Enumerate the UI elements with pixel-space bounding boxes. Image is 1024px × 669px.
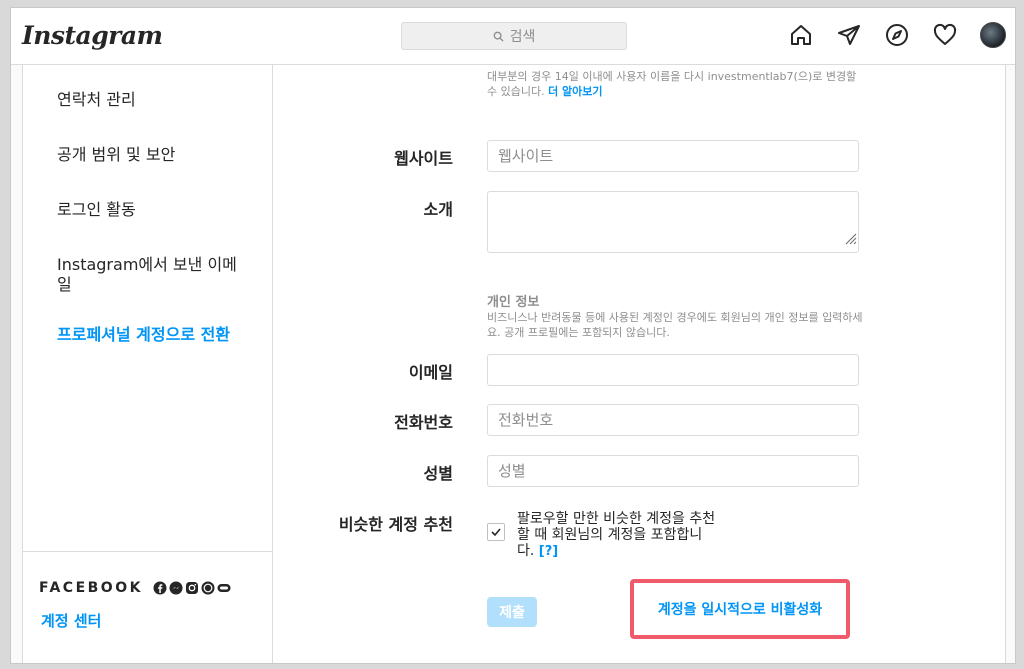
similar-account-checkbox[interactable] <box>487 523 505 541</box>
deactivate-account-link[interactable]: 계정을 일시적으로 비활성화 <box>658 599 822 619</box>
profile-avatar[interactable] <box>980 22 1006 48</box>
username-hint-text: 대부분의 경우 14일 이내에 사용자 이름을 다시 investmentlab… <box>487 70 857 98</box>
portal-icon <box>217 581 231 595</box>
bio-label: 소개 <box>423 200 453 219</box>
sidebar-item-switch-professional[interactable]: 프로페셔널 계정으로 전환 <box>57 325 272 345</box>
messenger-icon <box>169 581 183 595</box>
activity-heart-icon[interactable] <box>932 22 958 48</box>
explore-icon[interactable] <box>884 22 910 48</box>
sidebar-item-contacts[interactable]: 연락처 관리 <box>57 90 257 110</box>
phone-field[interactable] <box>487 404 859 436</box>
sidebar-item-privacy-security[interactable]: 공개 범위 및 보안 <box>57 145 257 165</box>
resize-grip-icon[interactable] <box>841 229 857 245</box>
similar-account-label: 비슷한 계정 추천 <box>338 515 453 534</box>
website-field[interactable] <box>487 140 859 172</box>
gender-label: 성별 <box>423 464 453 483</box>
checkmark-icon <box>491 528 501 537</box>
help-link[interactable]: [?] <box>539 544 558 559</box>
settings-sidebar: 연락처 관리 공개 범위 및 보안 로그인 활동 Instagram에서 보낸 … <box>23 65 273 663</box>
edit-profile-form: 대부분의 경우 14일 이내에 사용자 이름을 다시 investmentlab… <box>273 65 1003 663</box>
facebook-wordmark: FACEBOOK <box>39 580 143 596</box>
sidebar-item-login-activity[interactable]: 로그인 활동 <box>57 200 257 220</box>
home-icon[interactable] <box>788 22 814 48</box>
submit-button[interactable]: 제출 <box>487 597 537 627</box>
meta-app-icons <box>153 581 231 595</box>
avatar <box>980 22 1006 48</box>
top-navigation-bar: Instagram 검색 <box>11 8 1015 65</box>
bio-textarea[interactable] <box>487 191 859 253</box>
similar-account-text: 팔로우할 만한 비슷한 계정을 추천할 때 회원님의 계정을 포함합니다. [?… <box>517 511 717 560</box>
username-hint: 대부분의 경우 14일 이내에 사용자 이름을 다시 investmentlab… <box>487 69 867 99</box>
personal-info-title: 개인 정보 <box>487 295 540 310</box>
instagram-logo[interactable]: Instagram <box>22 21 163 50</box>
search-placeholder: 검색 <box>509 29 536 45</box>
instagram-icon <box>185 581 199 595</box>
settings-panel: 연락처 관리 공개 범위 및 보안 로그인 활동 Instagram에서 보낸 … <box>22 65 1006 663</box>
facebook-icon <box>153 581 167 595</box>
sidebar-item-emails[interactable]: Instagram에서 보낸 이메일 <box>57 255 247 295</box>
website-label: 웹사이트 <box>394 149 453 168</box>
search-icon <box>493 31 504 42</box>
learn-more-link[interactable]: 더 알아보기 <box>548 85 602 98</box>
account-center-link[interactable]: 계정 센터 <box>41 610 101 631</box>
similar-account-option: 팔로우할 만한 비슷한 계정을 추천할 때 회원님의 계정을 포함합니다. [?… <box>487 511 717 560</box>
direct-icon[interactable] <box>836 22 862 48</box>
browser-frame: Instagram 검색 연락처 관리 공개 범위 및 보안 로그인 활동 In… <box>10 7 1016 664</box>
gender-field[interactable] <box>487 455 859 487</box>
sidebar-footer: FACEBOOK 계정 센터 <box>23 551 272 663</box>
email-field[interactable] <box>487 354 859 386</box>
phone-label: 전화번호 <box>394 413 453 432</box>
deactivate-highlight-box: 계정을 일시적으로 비활성화 <box>630 579 850 639</box>
search-input[interactable]: 검색 <box>401 22 627 50</box>
nav-icons <box>788 22 1006 48</box>
whatsapp-icon <box>201 581 215 595</box>
email-label: 이메일 <box>408 363 453 382</box>
personal-info-description: 비즈니스나 반려동물 등에 사용된 계정인 경우에도 회원님의 개인 정보를 입… <box>487 311 863 339</box>
facebook-row: FACEBOOK <box>39 580 231 596</box>
